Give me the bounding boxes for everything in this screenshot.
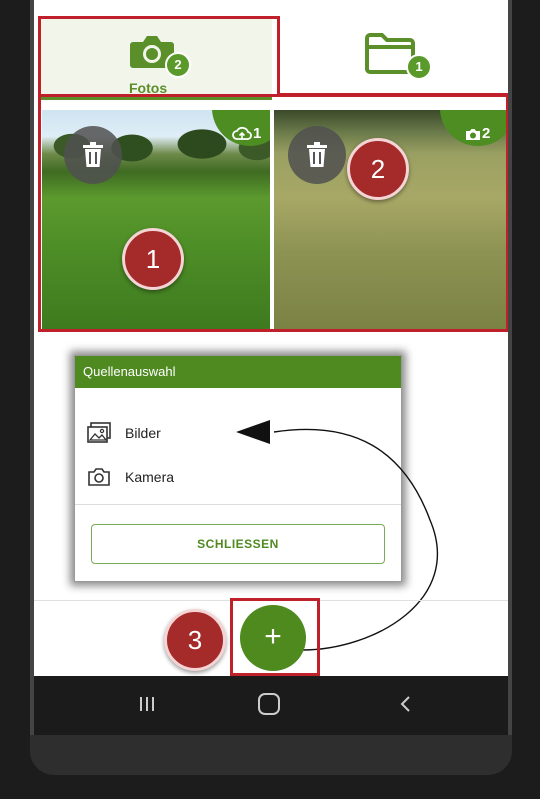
phone-bezel-right bbox=[508, 0, 512, 735]
app-screen: 2 Fotos 1 1 2 1 2 Quellenauswahl Bilder … bbox=[34, 0, 508, 735]
system-navigation-bar bbox=[34, 676, 508, 735]
highlight-fab-outline bbox=[230, 598, 320, 676]
phone-frame-right bbox=[512, 0, 540, 799]
step-marker-3: 3 bbox=[164, 609, 226, 671]
recents-icon[interactable] bbox=[138, 696, 156, 712]
home-icon[interactable] bbox=[258, 693, 280, 715]
back-icon[interactable] bbox=[396, 694, 416, 714]
phone-frame-left bbox=[0, 0, 30, 799]
phone-chin bbox=[30, 735, 512, 775]
